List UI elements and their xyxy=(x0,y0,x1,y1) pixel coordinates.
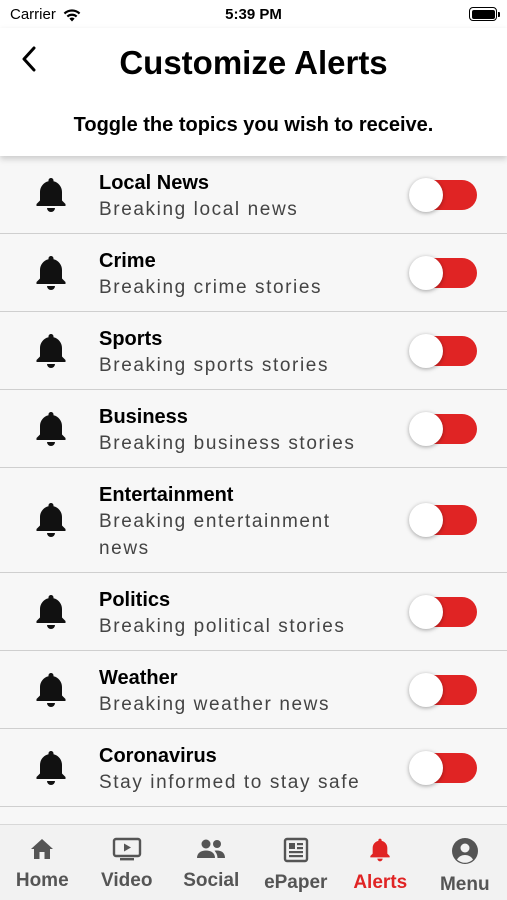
toggle-knob xyxy=(409,177,443,212)
topic-description: Breaking entertainment news xyxy=(99,511,331,559)
tab-menu[interactable]: Menu xyxy=(423,825,507,900)
topic-title: Entertainment xyxy=(99,484,234,506)
battery-icon xyxy=(469,7,500,21)
topic-description: Stay informed to stay safe xyxy=(99,772,361,793)
status-time: 5:39 PM xyxy=(225,6,282,23)
alert-topic-row: Entertainment Breaking entertainment new… xyxy=(0,468,507,573)
tab-video[interactable]: Video xyxy=(85,825,170,900)
topic-description: Breaking political stories xyxy=(99,616,346,637)
alert-topic-row: Weather Breaking weather news xyxy=(0,651,507,729)
topic-title: Local News xyxy=(99,172,210,194)
tab-home[interactable]: Home xyxy=(0,825,85,900)
toggle-knob xyxy=(409,672,443,707)
page-subtitle: Toggle the topics you wish to receive. xyxy=(73,114,434,136)
tab-label: Social xyxy=(183,870,240,891)
alert-topic-list[interactable]: Local News Breaking local news Crime Bre… xyxy=(0,156,507,824)
topic-description: Breaking weather news xyxy=(99,694,331,715)
toggle-knob xyxy=(409,411,443,446)
alert-topic-row: Sports Breaking sports stories xyxy=(0,312,507,390)
topic-title: Coronavirus xyxy=(99,745,217,767)
alert-topic-row: Politics Breaking political stories xyxy=(0,573,507,651)
topic-description: Breaking crime stories xyxy=(99,277,323,298)
topic-text: Crime Breaking crime stories xyxy=(99,234,411,311)
tab-label: Video xyxy=(101,870,153,891)
topic-toggle[interactable] xyxy=(409,333,477,368)
bell-icon xyxy=(0,410,99,448)
topic-title: Weather xyxy=(99,667,178,689)
topic-title: Business xyxy=(99,406,188,428)
toggle-knob xyxy=(409,594,443,629)
toggle-knob xyxy=(409,750,443,785)
newspaper-icon xyxy=(283,837,309,868)
topic-text: Sports Breaking sports stories xyxy=(99,312,411,389)
tab-bar: Home Video Social ePaper Alerts Menu xyxy=(0,824,507,900)
topic-toggle[interactable] xyxy=(409,750,477,785)
tab-label: ePaper xyxy=(264,872,328,893)
tab-label: Home xyxy=(15,870,69,891)
topic-description: Breaking local news xyxy=(99,199,299,220)
topic-text: Weather Breaking weather news xyxy=(99,651,411,728)
toggle-knob xyxy=(409,503,443,537)
tab-alerts[interactable]: Alerts xyxy=(338,825,423,900)
bell-icon xyxy=(0,749,99,787)
alert-topic-row: Crime Breaking crime stories xyxy=(0,234,507,312)
alert-topic-row: Local News Breaking local news xyxy=(0,156,507,234)
topic-title: Politics xyxy=(99,589,171,611)
bell-icon xyxy=(0,593,99,631)
topic-toggle[interactable] xyxy=(409,255,477,290)
topic-text: Coronavirus Stay informed to stay safe xyxy=(99,729,411,806)
toggle-knob xyxy=(409,333,443,368)
alert-topic-row: Coronavirus Stay informed to stay safe xyxy=(0,729,507,807)
bell-icon xyxy=(0,254,99,292)
status-bar: Carrier 5:39 PM xyxy=(0,0,507,28)
topic-toggle[interactable] xyxy=(409,503,477,537)
people-icon xyxy=(196,837,226,866)
home-icon xyxy=(29,837,55,866)
tab-label: Menu xyxy=(439,874,490,895)
topic-toggle[interactable] xyxy=(409,177,477,212)
tab-epaper[interactable]: ePaper xyxy=(254,825,339,900)
topic-text: Entertainment Breaking entertainment new… xyxy=(99,468,411,572)
toggle-knob xyxy=(409,255,443,290)
topic-text: Local News Breaking local news xyxy=(99,156,411,233)
topic-toggle[interactable] xyxy=(409,672,477,707)
bell-icon xyxy=(0,332,99,370)
page-title: Customize Alerts xyxy=(119,44,388,81)
video-icon xyxy=(112,837,142,866)
tab-label: Alerts xyxy=(353,872,408,893)
topic-title: Sports xyxy=(99,328,163,350)
header: Customize Alerts Toggle the topics you w… xyxy=(0,28,507,156)
tab-social[interactable]: Social xyxy=(169,825,254,900)
topic-description: Breaking business stories xyxy=(99,433,356,454)
topic-toggle[interactable] xyxy=(409,594,477,629)
bell-icon xyxy=(0,501,99,539)
bell-icon xyxy=(0,176,99,214)
bell-icon xyxy=(0,671,99,709)
topic-description: Breaking sports stories xyxy=(99,355,330,376)
alert-topic-row: Business Breaking business stories xyxy=(0,390,507,468)
bell-icon xyxy=(368,837,392,868)
topic-text: Politics Breaking political stories xyxy=(99,573,411,650)
account-icon xyxy=(451,837,479,870)
topic-toggle[interactable] xyxy=(409,411,477,446)
topic-text: Business Breaking business stories xyxy=(99,390,411,467)
topic-title: Crime xyxy=(99,250,156,272)
